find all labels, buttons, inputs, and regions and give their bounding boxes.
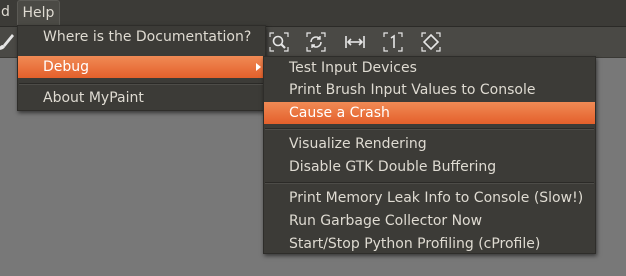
menu-item-cause-crash[interactable]: Cause a Crash [264,102,595,124]
zoom-icon[interactable] [267,30,291,54]
menu-item-disable-double-buffering[interactable]: Disable GTK Double Buffering [264,156,595,178]
menu-item-label: Print Memory Leak Info to Console (Slow!… [289,190,584,206]
fit-width-icon[interactable] [343,30,367,54]
menu-item-label: Test Input Devices [289,60,417,76]
submenu-arrow-icon [256,63,261,71]
menu-separator [19,83,264,85]
menubar-item-help[interactable]: Help [17,0,60,26]
menu-item-garbage-collector[interactable]: Run Garbage Collector Now [264,210,595,232]
menu-separator [265,182,594,184]
menu-item-label: Where is the Documentation? [43,29,252,45]
menu-item-print-brush-input[interactable]: Print Brush Input Values to Console [264,79,595,101]
menu-item-debug[interactable]: Debug [18,56,265,78]
help-menu: Where is the Documentation? Debug About … [17,25,266,111]
menubar-item-partial[interactable]: d [0,0,12,26]
menu-item-label: Cause a Crash [289,105,390,121]
menu-item-test-input-devices[interactable]: Test Input Devices [264,57,595,79]
menu-item-documentation[interactable]: Where is the Documentation? [18,26,265,48]
menu-item-label: Print Brush Input Values to Console [289,82,536,98]
mypaint-window: d Help Where is the Documentation? Debug… [0,0,626,276]
menu-item-visualize-rendering[interactable]: Visualize Rendering [264,133,595,155]
menu-item-python-profiling[interactable]: Start/Stop Python Profiling (cProfile) [264,233,595,255]
debug-submenu: Test Input Devices Print Brush Input Val… [263,56,596,254]
menu-item-label: Debug [43,59,90,75]
menu-item-memory-leak-info[interactable]: Print Memory Leak Info to Console (Slow!… [264,187,595,209]
zoom-1-icon[interactable] [381,30,405,54]
reset-view-icon[interactable] [304,30,328,54]
menu-item-label: Visualize Rendering [289,136,427,152]
brush-icon[interactable] [0,30,18,54]
menu-item-label: Disable GTK Double Buffering [289,159,497,175]
menu-item-label: Start/Stop Python Profiling (cProfile) [289,236,541,252]
rotate-view-icon[interactable] [419,30,443,54]
menu-item-label: About MyPaint [43,90,144,106]
menubar: d Help [0,0,626,27]
menu-item-about[interactable]: About MyPaint [18,87,265,109]
menu-separator [265,128,594,130]
menu-item-label: Run Garbage Collector Now [289,213,483,229]
